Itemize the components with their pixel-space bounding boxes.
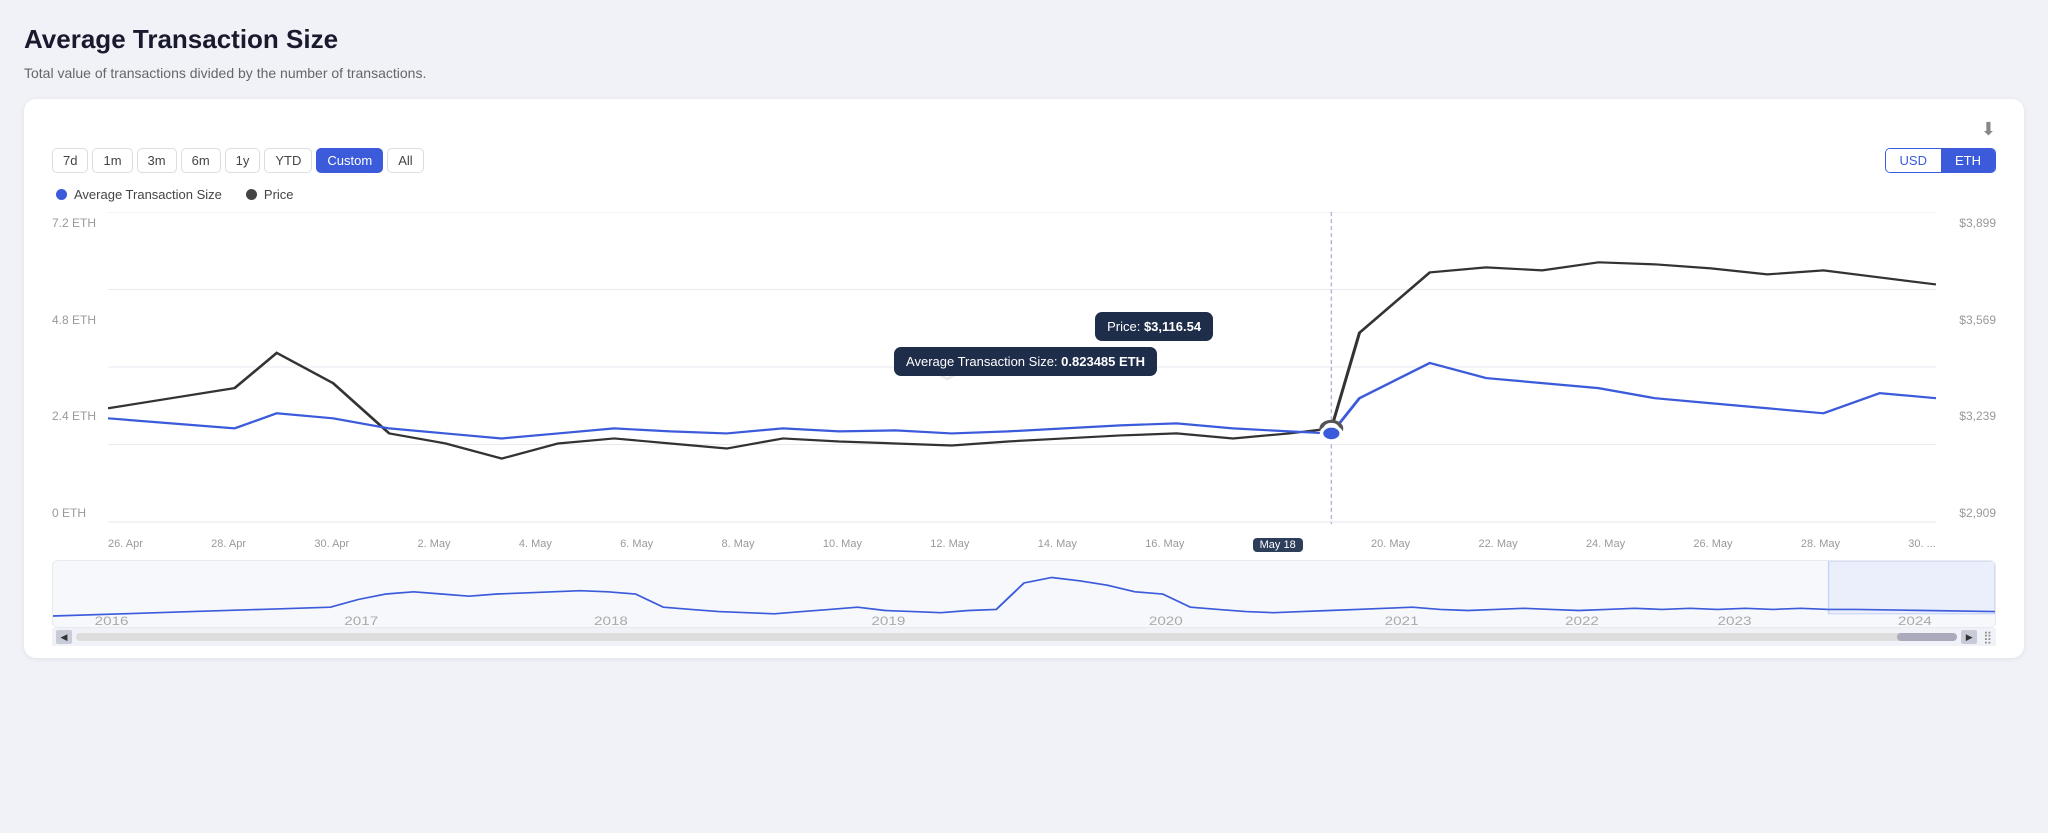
legend-dot-avg bbox=[56, 189, 67, 200]
y-left-4: 0 ETH bbox=[52, 506, 104, 520]
x-label-16: 30. ... bbox=[1908, 538, 1936, 552]
tooltip-price-value: $3,116.54 bbox=[1144, 319, 1201, 334]
chart-inner: ⬡ IntoTheBlock bbox=[108, 212, 1936, 524]
download-icon[interactable]: ⬇ bbox=[1981, 119, 1996, 140]
time-btn-1y[interactable]: 1y bbox=[225, 148, 261, 173]
svg-text:2021: 2021 bbox=[1385, 614, 1419, 627]
y-left-2: 4.8 ETH bbox=[52, 313, 104, 327]
legend-row: Average Transaction Size Price bbox=[56, 187, 1996, 202]
time-btn-6m[interactable]: 6m bbox=[181, 148, 221, 173]
time-btn-1m[interactable]: 1m bbox=[92, 148, 132, 173]
x-label-2: 30. Apr bbox=[314, 538, 349, 552]
legend-price: Price bbox=[246, 187, 294, 202]
x-label-12: 22. May bbox=[1478, 538, 1517, 552]
controls-row: 7d 1m 3m 6m 1y YTD Custom All USD ETH bbox=[52, 148, 1996, 173]
svg-text:2018: 2018 bbox=[594, 614, 628, 627]
page-wrapper: Average Transaction Size Total value of … bbox=[24, 24, 2024, 658]
x-axis-labels: 26. Apr 28. Apr 30. Apr 2. May 4. May 6.… bbox=[108, 538, 1936, 552]
tooltip-price-label: Price: bbox=[1107, 319, 1144, 334]
x-label-7: 10. May bbox=[823, 538, 862, 552]
svg-text:2024: 2024 bbox=[1898, 614, 1932, 627]
svg-text:2017: 2017 bbox=[344, 614, 378, 627]
page-subtitle: Total value of transactions divided by t… bbox=[24, 65, 2024, 81]
resize-icon: ⣿ bbox=[1983, 630, 1992, 644]
y-right-3: $3,239 bbox=[1959, 409, 1996, 423]
y-axis-left: 7.2 ETH 4.8 ETH 2.4 ETH 0 ETH bbox=[52, 212, 104, 524]
time-btn-all[interactable]: All bbox=[387, 148, 423, 173]
tooltip-avg-label: Average Transaction Size: bbox=[906, 354, 1061, 369]
time-btn-custom[interactable]: Custom bbox=[316, 148, 383, 173]
chart-container: ⬇ 7d 1m 3m 6m 1y YTD Custom All USD ETH bbox=[24, 99, 2024, 658]
x-label-11: 20. May bbox=[1371, 538, 1410, 552]
time-btn-ytd[interactable]: YTD bbox=[264, 148, 312, 173]
scroll-left-btn[interactable]: ◀ bbox=[56, 630, 72, 644]
x-label-13: 24. May bbox=[1586, 538, 1625, 552]
svg-text:2016: 2016 bbox=[95, 614, 129, 627]
x-label-6: 8. May bbox=[722, 538, 755, 552]
x-label-active: May 18 bbox=[1253, 538, 1303, 552]
svg-text:2019: 2019 bbox=[871, 614, 905, 627]
y-right-4: $2,909 bbox=[1959, 506, 1996, 520]
x-label-9: 14. May bbox=[1038, 538, 1077, 552]
legend-label-avg: Average Transaction Size bbox=[74, 187, 222, 202]
x-label-4: 4. May bbox=[519, 538, 552, 552]
time-btn-7d[interactable]: 7d bbox=[52, 148, 88, 173]
y-left-1: 7.2 ETH bbox=[52, 216, 104, 230]
scrollbar: ◀ ▶ ⣿ bbox=[52, 628, 1996, 646]
chart-top-bar: ⬇ bbox=[52, 119, 1996, 140]
y-axis-right: $3,899 $3,569 $3,239 $2,909 bbox=[1944, 212, 1996, 524]
chart-area: 7.2 ETH 4.8 ETH 2.4 ETH 0 ETH $3,899 $3,… bbox=[52, 212, 1996, 552]
time-buttons: 7d 1m 3m 6m 1y YTD Custom All bbox=[52, 148, 424, 173]
tooltip-avg: Average Transaction Size: 0.823485 ETH bbox=[894, 347, 1157, 376]
time-btn-3m[interactable]: 3m bbox=[137, 148, 177, 173]
navigator-svg: 2016 2017 2018 2019 2020 2021 2022 2023 … bbox=[53, 561, 1995, 627]
legend-dot-price bbox=[246, 189, 257, 200]
y-right-1: $3,899 bbox=[1959, 216, 1996, 230]
currency-btn-eth[interactable]: ETH bbox=[1941, 149, 1995, 172]
page-title: Average Transaction Size bbox=[24, 24, 2024, 55]
y-right-2: $3,569 bbox=[1959, 313, 1996, 327]
currency-btn-usd[interactable]: USD bbox=[1886, 149, 1941, 172]
legend-label-price: Price bbox=[264, 187, 294, 202]
x-label-1: 28. Apr bbox=[211, 538, 246, 552]
scroll-track[interactable] bbox=[76, 633, 1957, 641]
x-label-14: 26. May bbox=[1693, 538, 1732, 552]
navigator-area: 2016 2017 2018 2019 2020 2021 2022 2023 … bbox=[52, 560, 1996, 628]
x-label-8: 12. May bbox=[930, 538, 969, 552]
tooltip-avg-value: 0.823485 ETH bbox=[1061, 354, 1145, 369]
scroll-thumb[interactable] bbox=[1897, 633, 1957, 641]
svg-text:2023: 2023 bbox=[1718, 614, 1752, 627]
svg-text:2020: 2020 bbox=[1149, 614, 1183, 627]
x-label-0: 26. Apr bbox=[108, 538, 143, 552]
x-label-5: 6. May bbox=[620, 538, 653, 552]
currency-buttons: USD ETH bbox=[1885, 148, 1996, 173]
x-label-3: 2. May bbox=[418, 538, 451, 552]
x-label-10: 16. May bbox=[1145, 538, 1184, 552]
tooltip-price: Price: $3,116.54 bbox=[1095, 312, 1213, 341]
x-label-15: 28. May bbox=[1801, 538, 1840, 552]
svg-text:2022: 2022 bbox=[1565, 614, 1599, 627]
scroll-right-btn[interactable]: ▶ bbox=[1961, 630, 1977, 644]
y-left-3: 2.4 ETH bbox=[52, 409, 104, 423]
legend-avg-tx: Average Transaction Size bbox=[56, 187, 222, 202]
